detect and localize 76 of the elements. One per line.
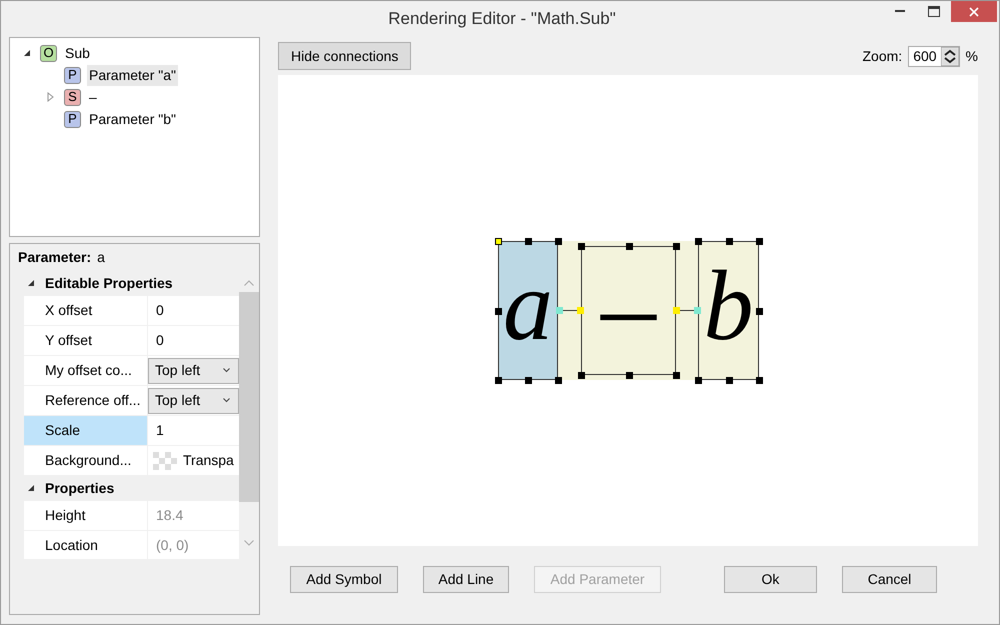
resize-handle[interactable]: [695, 238, 702, 245]
property-value[interactable]: 1: [148, 420, 164, 441]
tree-item[interactable]: Parameter "b": [87, 108, 178, 130]
property-name[interactable]: Y offset: [24, 326, 148, 355]
hide-connections-button[interactable]: Hide connections: [278, 42, 412, 70]
dialog-button[interactable]: Cancel: [842, 566, 937, 593]
math-symbol: –: [601, 250, 656, 360]
resize-handle[interactable]: [555, 238, 562, 245]
resize-handle[interactable]: [578, 243, 585, 250]
scroll-up-icon[interactable]: [244, 280, 254, 286]
dropdown[interactable]: Top left: [148, 388, 239, 414]
property-name[interactable]: Background...: [24, 446, 148, 475]
resize-handle[interactable]: [495, 238, 502, 245]
collapsed-arrow-icon[interactable]: [47, 92, 55, 102]
resize-handle[interactable]: [673, 243, 680, 250]
resize-handle[interactable]: [726, 238, 732, 245]
property-name[interactable]: My offset co...: [24, 356, 148, 385]
resize-handle[interactable]: [525, 238, 532, 245]
math-symbol: a: [503, 256, 553, 356]
tree-item[interactable]: Sub: [63, 42, 92, 64]
transparent-swatch-icon: [153, 452, 177, 470]
chevron-down-icon: [223, 368, 230, 373]
maximize-icon: [928, 6, 940, 17]
property-header-value: a: [97, 248, 105, 267]
property-value[interactable]: 0: [148, 330, 164, 351]
property-value[interactable]: 0: [148, 300, 164, 321]
property-name[interactable]: Scale: [24, 416, 148, 445]
resize-handle[interactable]: [756, 238, 763, 245]
resize-handle[interactable]: [695, 377, 702, 384]
property-name[interactable]: Reference off...: [24, 386, 148, 415]
dialog-button[interactable]: Add Line: [423, 566, 509, 593]
property-header-label: Parameter:: [18, 248, 92, 267]
close-icon: [969, 6, 979, 16]
tree-item[interactable]: Parameter "a": [87, 64, 178, 86]
spinner-arrows-icon[interactable]: [940, 46, 959, 66]
resize-handle[interactable]: [495, 377, 502, 384]
expanded-arrow-icon[interactable]: [28, 280, 35, 287]
resize-handle[interactable]: [525, 377, 532, 384]
property-name[interactable]: X offset: [24, 296, 148, 325]
tree-item[interactable]: –: [87, 86, 99, 108]
property-value: (0, 0): [155, 536, 189, 555]
resize-handle[interactable]: [673, 372, 680, 379]
resize-handle[interactable]: [756, 377, 763, 384]
node-badge: S: [64, 88, 81, 106]
dialog-button[interactable]: Add Symbol: [290, 566, 398, 593]
scroll-down-icon[interactable]: [244, 540, 254, 546]
expanded-arrow-icon[interactable]: [28, 485, 35, 492]
resize-handle[interactable]: [726, 377, 732, 384]
node-badge: O: [40, 44, 57, 62]
property-name[interactable]: Location: [24, 531, 148, 559]
close-button[interactable]: [951, 1, 997, 22]
node-badge: P: [64, 66, 81, 84]
resize-handle[interactable]: [578, 372, 585, 379]
resize-handle[interactable]: [495, 308, 502, 314]
resize-handle[interactable]: [555, 377, 562, 384]
property-name[interactable]: Height: [24, 501, 148, 530]
math-symbol: b: [704, 256, 754, 356]
dropdown[interactable]: Top left: [148, 358, 239, 384]
resize-handle[interactable]: [626, 372, 632, 379]
node-badge: P: [64, 110, 81, 128]
zoom-label: Zoom:: [862, 46, 902, 66]
zoom-unit: %: [966, 46, 978, 66]
chevron-down-icon: [223, 398, 230, 403]
zoom-spinner[interactable]: 600: [908, 46, 960, 66]
dialog-button[interactable]: Ok: [724, 566, 817, 593]
expanded-arrow-icon[interactable]: [23, 49, 31, 57]
category-label: Properties: [45, 479, 114, 498]
resize-handle[interactable]: [756, 308, 763, 314]
property-value: 18.4: [155, 506, 184, 525]
window-title: Rendering Editor - "Math.Sub": [387, 8, 617, 30]
minimize-icon: [895, 10, 905, 13]
scrollbar-thumb[interactable]: [239, 292, 259, 502]
connection-line: [556, 307, 584, 314]
category-label: Editable Properties: [45, 274, 173, 293]
connection-line: [673, 307, 701, 314]
resize-handle[interactable]: [626, 243, 632, 250]
